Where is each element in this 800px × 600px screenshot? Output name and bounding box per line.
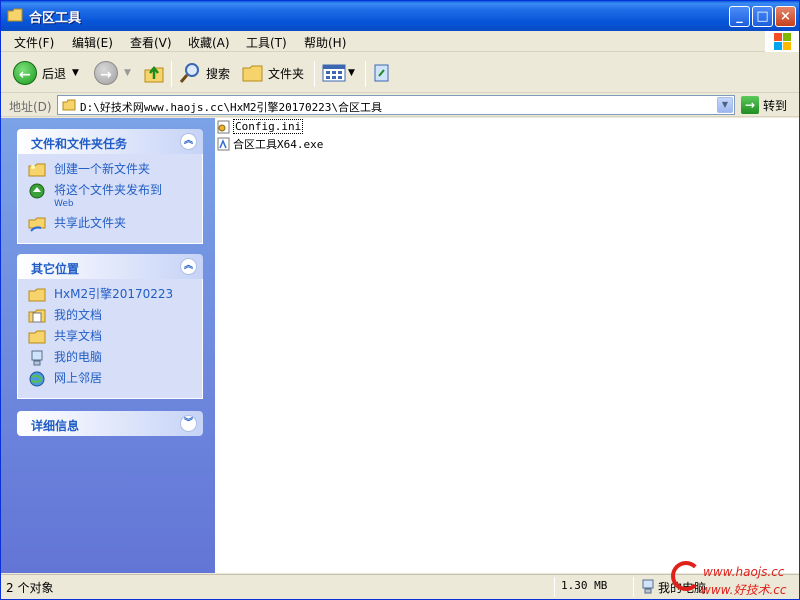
close-button[interactable]: × bbox=[775, 6, 796, 27]
address-label: 地址(D) bbox=[9, 100, 52, 114]
task-new-folder[interactable]: 创建一个新文件夹 bbox=[28, 162, 202, 178]
menu-edit[interactable]: 编辑(E) bbox=[72, 34, 113, 51]
search-button[interactable]: 搜索 bbox=[179, 59, 230, 87]
address-dropdown-button[interactable]: ▼ bbox=[717, 97, 733, 113]
collapse-icon[interactable]: ︽ bbox=[180, 258, 197, 275]
watermark: www.haojs.cc www.好技术.cc bbox=[671, 559, 799, 599]
explorer-window: 合区工具 _ □ × 文件(F) 编辑(E) 查看(V) 收藏(A) 工具(T)… bbox=[0, 0, 800, 600]
search-icon bbox=[179, 63, 199, 83]
folders-icon bbox=[242, 65, 263, 82]
go-arrow-icon: → bbox=[741, 96, 759, 114]
views-button[interactable]: ▼ bbox=[322, 59, 355, 87]
my-computer-icon bbox=[31, 350, 43, 366]
folders-button[interactable]: 文件夹 bbox=[242, 59, 304, 87]
folder-icon bbox=[62, 99, 76, 111]
watermark-line2: www.好技术.cc bbox=[701, 583, 787, 597]
watermark-line1: www.haojs.cc bbox=[703, 565, 785, 579]
move-to-button[interactable] bbox=[373, 59, 391, 87]
address-input[interactable]: D:\好技术网www.haojs.cc\HxM2引擎20170223\合区工具 … bbox=[57, 95, 735, 115]
place-my-documents[interactable]: 我的文档 bbox=[28, 308, 202, 324]
place-shared-documents[interactable]: 共享文档 bbox=[28, 329, 202, 345]
chevron-down-icon[interactable]: ▼ bbox=[124, 68, 131, 78]
menu-tools[interactable]: 工具(T) bbox=[246, 34, 287, 51]
menu-bar: 文件(F) 编辑(E) 查看(V) 收藏(A) 工具(T) 帮助(H) bbox=[1, 31, 799, 52]
file-item[interactable]: Config.ini bbox=[217, 119, 304, 134]
new-folder-icon bbox=[28, 163, 46, 177]
tasks-panel: 文件和文件夹任务 ︽ 创建一个新文件夹 将这个文件夹发布到 Web 共享此文件夹 bbox=[17, 129, 203, 244]
search-label: 搜索 bbox=[206, 66, 231, 81]
details-panel: 详细信息 ︾ bbox=[17, 411, 203, 436]
file-item[interactable]: 合区工具X64.exe bbox=[217, 136, 323, 152]
collapse-icon[interactable]: ︽ bbox=[180, 133, 197, 150]
address-bar: 地址(D) D:\好技术网www.haojs.cc\HxM2引擎20170223… bbox=[1, 94, 799, 117]
folder-icon bbox=[7, 8, 23, 22]
place-my-computer[interactable]: 我的电脑 bbox=[28, 350, 202, 366]
share-folder-icon bbox=[28, 217, 46, 232]
up-folder-button[interactable] bbox=[143, 59, 165, 87]
ini-file-icon bbox=[217, 120, 230, 133]
go-label: 转到 bbox=[763, 98, 788, 113]
task-publish-web[interactable]: 将这个文件夹发布到 Web bbox=[28, 183, 202, 211]
places-panel: 其它位置 ︽ HxM2引擎20170223 我的文档 共享文档 我的电脑 网上邻… bbox=[17, 254, 203, 399]
menu-view[interactable]: 查看(V) bbox=[130, 34, 172, 51]
menu-favorites[interactable]: 收藏(A) bbox=[188, 34, 230, 51]
my-documents-icon bbox=[28, 309, 46, 323]
places-panel-body: HxM2引擎20170223 我的文档 共享文档 我的电脑 网上邻居 bbox=[17, 279, 203, 399]
back-arrow-icon: ← bbox=[13, 61, 37, 85]
my-computer-icon bbox=[642, 579, 654, 594]
menu-help[interactable]: 帮助(H) bbox=[304, 34, 346, 51]
folder-icon bbox=[28, 288, 46, 302]
places-panel-header[interactable]: 其它位置 ︽ bbox=[17, 254, 203, 279]
network-places-icon bbox=[29, 371, 45, 387]
tasks-panel-header[interactable]: 文件和文件夹任务 ︽ bbox=[17, 129, 203, 154]
status-size: 1.30 MB bbox=[561, 579, 608, 592]
places-panel-title: 其它位置 bbox=[31, 262, 80, 276]
exe-file-icon bbox=[217, 137, 230, 151]
window-title: 合区工具 bbox=[29, 11, 82, 26]
chevron-down-icon[interactable]: ▼ bbox=[348, 68, 355, 78]
tasks-panel-body: 创建一个新文件夹 将这个文件夹发布到 Web 共享此文件夹 bbox=[17, 154, 203, 244]
watermark-logo-icon bbox=[671, 561, 701, 591]
task-share-folder[interactable]: 共享此文件夹 bbox=[28, 216, 202, 232]
maximize-button[interactable]: □ bbox=[752, 6, 773, 27]
folders-label: 文件夹 bbox=[268, 66, 305, 81]
views-icon bbox=[322, 64, 346, 82]
expand-icon[interactable]: ︾ bbox=[180, 415, 197, 432]
address-value: D:\好技术网www.haojs.cc\HxM2引擎20170223\合区工具 bbox=[80, 101, 383, 114]
chevron-down-icon[interactable]: ▼ bbox=[72, 68, 79, 78]
toolbar: ← 后退 ▼ → ▼ 搜索 文件夹 ▼ bbox=[1, 53, 799, 93]
publish-web-icon bbox=[29, 183, 45, 199]
go-button[interactable]: → 转到 bbox=[741, 96, 787, 114]
menu-file[interactable]: 文件(F) bbox=[14, 34, 54, 51]
file-list[interactable]: Config.ini 合区工具X64.exe bbox=[215, 118, 799, 573]
details-panel-header[interactable]: 详细信息 ︾ bbox=[17, 411, 203, 436]
tasks-panel-title: 文件和文件夹任务 bbox=[31, 137, 128, 151]
up-folder-icon bbox=[144, 65, 164, 83]
minimize-button[interactable]: _ bbox=[729, 6, 750, 27]
back-button[interactable]: ← 后退 ▼ bbox=[13, 59, 79, 87]
title-bar[interactable]: 合区工具 _ □ × bbox=[1, 1, 799, 31]
details-panel-title: 详细信息 bbox=[31, 419, 80, 433]
place-network[interactable]: 网上邻居 bbox=[28, 371, 202, 387]
windows-logo-icon bbox=[765, 31, 799, 52]
forward-button[interactable]: → ▼ bbox=[94, 59, 131, 87]
back-label: 后退 bbox=[42, 66, 67, 81]
status-object-count: 2 个对象 bbox=[6, 581, 54, 595]
shared-documents-icon bbox=[28, 330, 46, 344]
task-pane: 文件和文件夹任务 ︽ 创建一个新文件夹 将这个文件夹发布到 Web 共享此文件夹… bbox=[1, 118, 215, 573]
forward-arrow-icon: → bbox=[94, 61, 118, 85]
move-to-icon bbox=[374, 64, 389, 82]
place-parent-folder[interactable]: HxM2引擎20170223 bbox=[28, 287, 202, 303]
